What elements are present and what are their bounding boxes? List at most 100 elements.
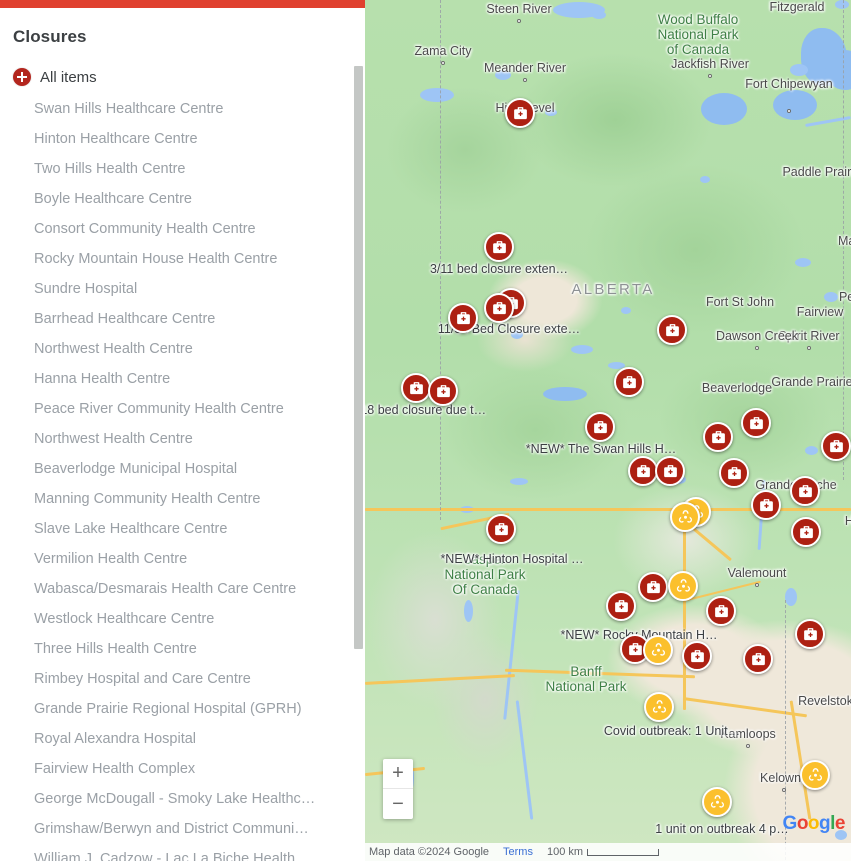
lake: [571, 345, 593, 354]
city-dot: [441, 61, 445, 65]
list-item[interactable]: Two Hills Health Centre: [0, 154, 365, 184]
list-item[interactable]: Westlock Healthcare Centre: [0, 604, 365, 634]
lake: [824, 292, 838, 302]
list-item[interactable]: Rimbey Hospital and Care Centre: [0, 664, 365, 694]
list-item[interactable]: Fairview Health Complex: [0, 754, 365, 784]
list-item[interactable]: Northwest Health Centre: [0, 424, 365, 454]
closure-marker[interactable]: [638, 572, 668, 602]
list-item[interactable]: Manning Community Health Centre: [0, 484, 365, 514]
closure-marker[interactable]: [428, 376, 458, 406]
header-accent-bar: [0, 0, 365, 8]
lake: [773, 90, 817, 120]
city-dot: [807, 346, 811, 350]
lake: [464, 600, 473, 622]
closure-marker[interactable]: [401, 373, 431, 403]
map-application: Closures All items Swan Hills Healthcare…: [0, 0, 851, 861]
closure-marker[interactable]: [795, 619, 825, 649]
city-dot: [755, 346, 759, 350]
outbreak-marker[interactable]: [668, 571, 698, 601]
closure-marker[interactable]: [821, 431, 851, 461]
closure-marker[interactable]: [682, 641, 712, 671]
map-canvas[interactable]: Wood Buffalo National Park of Canada Jasper…: [365, 0, 851, 861]
closure-marker[interactable]: [614, 367, 644, 397]
lake: [545, 109, 557, 116]
lake: [543, 387, 587, 401]
map-attribution-text: Map data ©2024 Google: [369, 846, 490, 858]
outbreak-marker[interactable]: [643, 635, 673, 665]
zoom-in-button[interactable]: +: [383, 759, 413, 789]
closure-marker[interactable]: [706, 596, 736, 626]
list-item[interactable]: Beaverlodge Municipal Hospital: [0, 454, 365, 484]
list-item[interactable]: Three Hills Health Centre: [0, 634, 365, 664]
list-item[interactable]: Royal Alexandra Hospital: [0, 724, 365, 754]
list-item[interactable]: Hinton Healthcare Centre: [0, 124, 365, 154]
list-item[interactable]: Swan Hills Healthcare Centre: [0, 94, 365, 124]
closure-marker[interactable]: [703, 422, 733, 452]
closure-marker[interactable]: [657, 315, 687, 345]
closure-marker[interactable]: [741, 408, 771, 438]
list-item[interactable]: William J. Cadzow - Lac La Biche Health: [0, 844, 365, 861]
lake: [510, 478, 528, 485]
lake: [805, 446, 818, 455]
city-dot: [523, 78, 527, 82]
province-border: [440, 0, 441, 520]
list-item[interactable]: Consort Community Health Centre: [0, 214, 365, 244]
closures-list: Swan Hills Healthcare Centre Hinton Healt…: [0, 94, 365, 861]
closure-marker[interactable]: [655, 456, 685, 486]
closure-marker[interactable]: [790, 476, 820, 506]
list-item[interactable]: Hanna Health Centre: [0, 364, 365, 394]
zoom-out-button[interactable]: −: [383, 789, 413, 819]
closure-marker[interactable]: [448, 303, 478, 333]
sidebar-scrollbar[interactable]: [354, 66, 363, 649]
all-items-label: All items: [40, 68, 97, 86]
closure-marker[interactable]: [484, 293, 514, 323]
list-item[interactable]: Sundre Hospital: [0, 274, 365, 304]
list-item[interactable]: Wabasca/Desmarais Health Care Centre: [0, 574, 365, 604]
zoom-controls: + −: [383, 759, 413, 819]
closure-marker[interactable]: [606, 591, 636, 621]
terms-link[interactable]: Terms: [503, 846, 533, 858]
closure-marker[interactable]: [484, 232, 514, 262]
city-dot: [746, 744, 750, 748]
plus-circle-icon: [13, 68, 31, 86]
lake: [621, 307, 631, 314]
list-item[interactable]: Slave Lake Healthcare Centre: [0, 514, 365, 544]
closure-marker[interactable]: [743, 644, 773, 674]
outbreak-marker[interactable]: [702, 787, 732, 817]
list-item[interactable]: Northwest Health Centre: [0, 334, 365, 364]
city-dot: [708, 74, 712, 78]
map-scale: 100 km: [546, 846, 660, 858]
province-border: [843, 0, 844, 480]
lake: [835, 0, 849, 9]
list-item[interactable]: George McDougall - Smoky Lake Healthc…: [0, 784, 365, 814]
closure-marker[interactable]: [505, 98, 535, 128]
city-dot: [517, 19, 521, 23]
all-items-row[interactable]: All items: [13, 68, 97, 86]
lake: [795, 258, 811, 267]
list-item[interactable]: Grimshaw/Berwyn and District Communi…: [0, 814, 365, 844]
closure-marker[interactable]: [791, 517, 821, 547]
lake: [495, 70, 511, 80]
closure-marker[interactable]: [751, 490, 781, 520]
closure-marker[interactable]: [486, 514, 516, 544]
map-scale-label: 100 km: [546, 846, 584, 858]
lake: [701, 93, 747, 125]
closure-marker[interactable]: [628, 456, 658, 486]
list-item[interactable]: Grande Prairie Regional Hospital (GPRH): [0, 694, 365, 724]
outbreak-marker[interactable]: [670, 502, 700, 532]
google-logo: Google: [782, 813, 846, 834]
list-item[interactable]: Vermilion Health Centre: [0, 544, 365, 574]
list-item[interactable]: Rocky Mountain House Health Centre: [0, 244, 365, 274]
lake: [790, 64, 808, 76]
map-attribution-bar: Map data ©2024 Google Terms 100 km: [365, 843, 851, 861]
closure-marker[interactable]: [585, 412, 615, 442]
list-item[interactable]: Barrhead Healthcare Centre: [0, 304, 365, 334]
list-item[interactable]: Peace River Community Health Centre: [0, 394, 365, 424]
closure-marker[interactable]: [719, 458, 749, 488]
highway: [683, 510, 686, 710]
city-dot: [755, 583, 759, 587]
list-item[interactable]: Boyle Healthcare Centre: [0, 184, 365, 214]
outbreak-marker[interactable]: [800, 760, 830, 790]
outbreak-marker[interactable]: [644, 692, 674, 722]
lake: [785, 588, 797, 606]
